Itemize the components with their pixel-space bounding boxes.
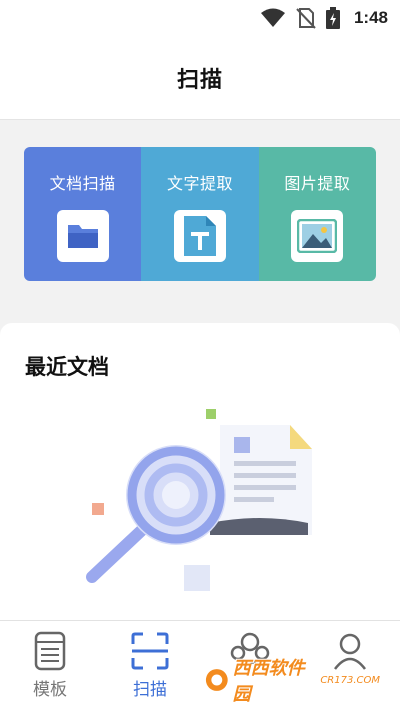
battery-charging-icon xyxy=(325,7,340,29)
scan-icon xyxy=(131,632,169,670)
page-header: 扫描 xyxy=(0,36,400,120)
status-time: 1:48 xyxy=(353,8,388,27)
status-bar: 1:48 xyxy=(0,0,400,36)
text-extract-button[interactable]: 文字提取 xyxy=(141,147,259,281)
page-title: 扫描 xyxy=(176,67,223,93)
tab-label: 扫描 xyxy=(133,680,167,700)
empty-documents-illustration xyxy=(86,409,312,591)
tool-label: 文档扫描 xyxy=(49,174,116,193)
watermark-url: CR173.COM xyxy=(320,674,380,686)
document-scan-button[interactable]: 文档扫描 xyxy=(24,147,142,281)
watermark-text: 西西软件园 xyxy=(232,658,305,705)
tab-label: 模板 xyxy=(33,680,67,700)
template-icon xyxy=(34,631,66,671)
wifi-icon xyxy=(260,8,285,27)
tool-label: 文字提取 xyxy=(166,174,233,193)
site-watermark: 西西软件园 CR173.COM xyxy=(205,658,380,705)
text-file-icon xyxy=(173,210,226,262)
tab-template[interactable]: 模板 xyxy=(0,621,100,710)
tool-label: 图片提取 xyxy=(284,174,351,193)
tab-scan[interactable]: 扫描 xyxy=(100,621,200,710)
folder-icon xyxy=(56,210,109,262)
no-sim-icon xyxy=(296,8,316,29)
watermark-logo-icon xyxy=(205,669,228,691)
image-extract-button[interactable]: 图片提取 xyxy=(258,147,376,281)
recent-documents-panel: 最近文档 xyxy=(0,323,400,620)
image-icon xyxy=(291,210,344,262)
scan-tools: 文档扫描 文字提取 图片提取 xyxy=(24,147,376,281)
recent-title: 最近文档 xyxy=(25,355,109,379)
